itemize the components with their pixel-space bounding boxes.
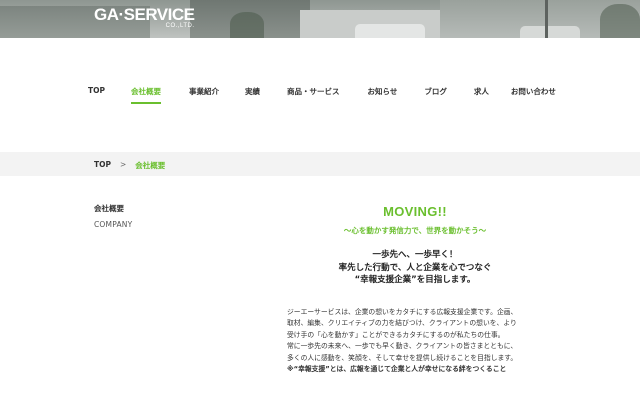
definition-note: ※“幸報支援”とは、広報を通じて企業と人が幸せになる絆をつくること xyxy=(287,365,507,373)
description-line: 受け手の「心を動かす」ことができるカタチにするのが私たちの仕事。 xyxy=(287,330,505,339)
hero-car xyxy=(520,26,580,38)
nav-item-works[interactable]: 実績 xyxy=(245,86,260,104)
section-title-en: COMPANY xyxy=(94,220,133,229)
nav-item-blog[interactable]: ブログ xyxy=(424,86,447,104)
catchphrase: 一歩先へ、一歩早く！ 率先した行動で、人と企業を心でつなぐ “幸報支援企業”を目… xyxy=(287,249,543,287)
hero-tree xyxy=(600,4,640,38)
breadcrumb-separator: > xyxy=(120,160,127,169)
logo-wordmark: GA·SERVICE xyxy=(94,5,195,24)
breadcrumb-bar: TOP > 会社概要 xyxy=(0,152,640,176)
description-line: 取材、編集、クリエイティブの力を結びつけ、クライアントの想いを、より xyxy=(287,319,517,327)
nav-item-news[interactable]: お知らせ xyxy=(368,86,398,104)
subheadline: 〜心を動かす発信力で、世界を動かそう〜 xyxy=(343,226,487,235)
breadcrumb-current: 会社概要 xyxy=(135,161,166,170)
breadcrumb: TOP > 会社概要 xyxy=(94,160,165,171)
description-line: 多くの人に感動を、笑顔を、そして幸せを提供し続けることを目指します。 xyxy=(287,353,518,362)
catch-line: “幸報支援企業”を目指します。 xyxy=(354,275,476,285)
description-line: ジーエーサービスは、企業の想いをカタチにする広報支援企業です。企画、 xyxy=(287,307,518,316)
site-logo[interactable]: GA·SERVICE CO.,LTD. xyxy=(94,5,195,30)
nav-item-top[interactable]: TOP xyxy=(88,86,105,104)
hero-car xyxy=(355,24,425,38)
section-title-ja: 会社概要 xyxy=(94,204,124,213)
catch-line: 一歩先へ、一歩早く！ xyxy=(372,250,458,260)
nav-item-products[interactable]: 商品・サービス xyxy=(287,86,340,104)
nav-item-contact[interactable]: お問い合わせ xyxy=(511,86,556,104)
nav-item-recruit[interactable]: 求人 xyxy=(474,86,489,104)
headline: MOVING!! xyxy=(383,204,447,219)
company-description: ジーエーサービスは、企業の想いをカタチにする広報支援企業です。企画、 取材、編集… xyxy=(287,307,543,376)
global-nav: TOP 会社概要 事業紹介 実績 商品・サービス お知らせ ブログ 求人 お問い… xyxy=(88,86,556,104)
breadcrumb-home-link[interactable]: TOP xyxy=(94,160,111,171)
catch-line: 率先した行動で、人と企業を心でつなぐ xyxy=(338,262,492,273)
description-line: 常に一歩先の未来へ、一歩でも早く動き、クライアントの皆さまとともに、 xyxy=(287,342,518,350)
company-content: MOVING!! 〜心を動かす発信力で、世界を動かそう〜 一歩先へ、一歩早く！ … xyxy=(287,204,543,376)
hero-tree xyxy=(230,12,264,38)
section-heading: 会社概要 COMPANY xyxy=(94,203,132,229)
nav-item-company[interactable]: 会社概要 xyxy=(131,86,161,104)
nav-item-business[interactable]: 事業紹介 xyxy=(189,86,219,104)
hero-pole xyxy=(545,0,548,38)
